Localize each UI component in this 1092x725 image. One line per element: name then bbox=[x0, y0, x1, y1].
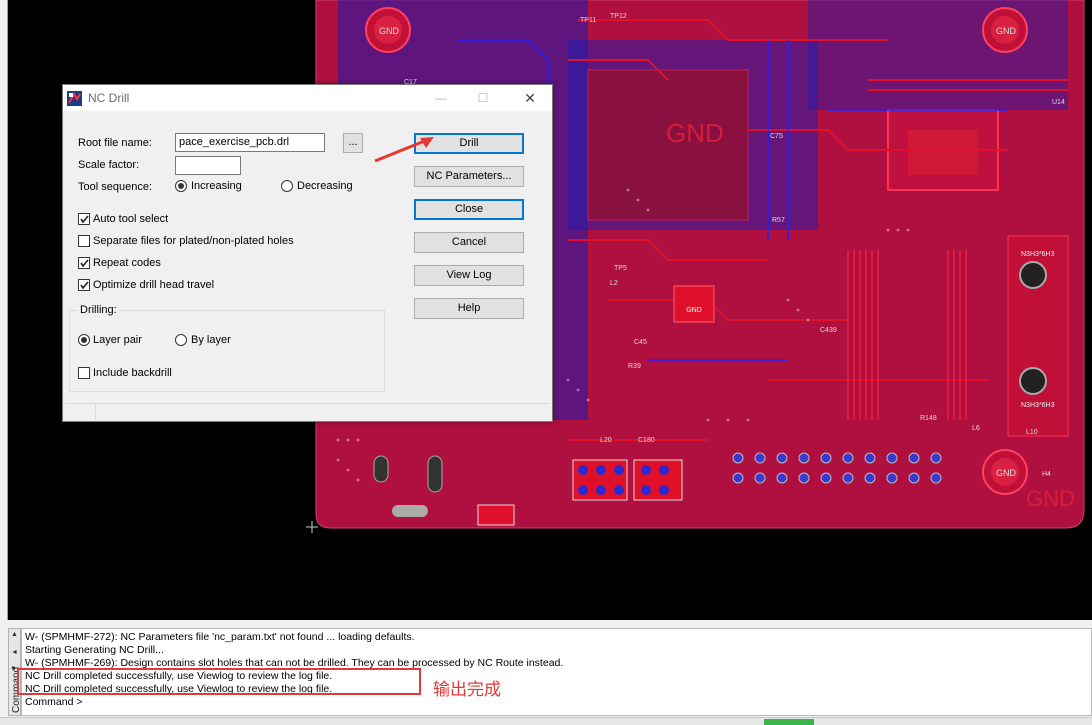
repeat-codes-label: Repeat codes bbox=[93, 257, 161, 269]
component-label: TP11 bbox=[580, 17, 596, 24]
maximize-button[interactable]: ☐ bbox=[468, 88, 498, 108]
increasing-label: Increasing bbox=[191, 180, 242, 192]
cancel-button[interactable]: Cancel bbox=[414, 232, 524, 253]
component-label: TP5 bbox=[614, 265, 627, 272]
slot-hole bbox=[427, 455, 443, 493]
annotation-note: 输出完成 bbox=[433, 680, 501, 700]
separate-files-checkbox[interactable] bbox=[78, 235, 90, 247]
connector-hole bbox=[1019, 367, 1047, 395]
component-label: R39 bbox=[628, 363, 641, 370]
gnd-label: GND bbox=[379, 26, 400, 36]
check-icon bbox=[80, 281, 89, 290]
layer-pair-label: Layer pair bbox=[93, 334, 142, 346]
scale-factor-input[interactable] bbox=[175, 156, 241, 175]
optimize-drill-travel-checkbox[interactable] bbox=[78, 279, 90, 291]
dialog-status-bar bbox=[65, 403, 550, 420]
repeat-codes-checkbox[interactable] bbox=[78, 257, 90, 269]
dialog-title: NC Drill bbox=[88, 91, 130, 105]
slot-hole bbox=[373, 455, 389, 483]
progress-indicator bbox=[764, 719, 814, 725]
by-layer-label: By layer bbox=[191, 334, 231, 346]
decreasing-radio[interactable] bbox=[281, 180, 293, 192]
connector-label: N3H3*6H3 bbox=[1021, 402, 1055, 409]
check-icon bbox=[80, 259, 89, 268]
drilling-group-label: Drilling: bbox=[78, 304, 119, 316]
gnd-label: GND bbox=[1026, 486, 1075, 511]
red-arrow-icon bbox=[374, 137, 434, 163]
component-label: R57 bbox=[772, 217, 785, 224]
gnd-label: GND bbox=[686, 307, 702, 314]
status-separator bbox=[95, 403, 96, 419]
gnd-label: GND bbox=[666, 118, 724, 148]
nc-parameters-button[interactable]: NC Parameters... bbox=[414, 166, 524, 187]
decreasing-label: Decreasing bbox=[297, 180, 353, 192]
component-label: H4 bbox=[1042, 471, 1051, 478]
component-label: L10 bbox=[1026, 429, 1038, 436]
scale-factor-label: Scale factor: bbox=[78, 159, 140, 171]
include-backdrill-label: Include backdrill bbox=[93, 367, 172, 379]
slot-hole bbox=[392, 505, 428, 517]
origin-cross-icon bbox=[306, 521, 318, 533]
help-button[interactable]: Help bbox=[414, 298, 524, 319]
app-icon bbox=[67, 91, 82, 106]
include-backdrill-checkbox[interactable] bbox=[78, 367, 90, 379]
close-button[interactable]: Close bbox=[414, 199, 524, 220]
browse-button[interactable]: ... bbox=[343, 133, 363, 153]
layer-pair-radio[interactable] bbox=[78, 334, 90, 346]
by-layer-radio[interactable] bbox=[175, 334, 187, 346]
highlight-box bbox=[17, 668, 421, 695]
component-label: L20 bbox=[600, 437, 612, 444]
component-label: C75 bbox=[770, 133, 783, 140]
root-file-label: Root file name: bbox=[78, 137, 152, 149]
left-edge-strip bbox=[0, 0, 8, 620]
check-icon bbox=[80, 215, 89, 224]
component-label: L6 bbox=[972, 425, 980, 432]
component-label: C180 bbox=[638, 437, 655, 444]
root-file-input[interactable]: pace_exercise_pcb.drl bbox=[175, 133, 325, 152]
dialog-titlebar[interactable]: NC Drill — ☐ ✕ bbox=[63, 85, 552, 111]
auto-tool-select-label: Auto tool select bbox=[93, 213, 169, 225]
gnd-label: GND bbox=[996, 468, 1017, 478]
component-label: TP12 bbox=[610, 13, 627, 20]
nc-drill-dialog: NC Drill — ☐ ✕ Root file name: pace_exer… bbox=[62, 84, 553, 422]
connector-label: N3H3*6H3 bbox=[1021, 251, 1055, 258]
increasing-radio[interactable] bbox=[175, 180, 187, 192]
bottom-status-bar bbox=[0, 717, 1092, 725]
minimize-button[interactable]: — bbox=[426, 88, 456, 108]
gnd-label: GND bbox=[996, 26, 1017, 36]
component-label: C45 bbox=[634, 339, 647, 346]
ic-pad bbox=[908, 130, 978, 175]
drilling-groupbox bbox=[69, 310, 385, 392]
component-label: U14 bbox=[1052, 99, 1065, 106]
command-line: W- (SPMHMF-272): NC Parameters file 'nc_… bbox=[25, 631, 415, 643]
connector-hole bbox=[1019, 261, 1047, 289]
blue-trace-region bbox=[808, 0, 1068, 110]
center-ic bbox=[673, 285, 715, 323]
view-log-button[interactable]: View Log bbox=[414, 265, 524, 286]
tool-sequence-label: Tool sequence: bbox=[78, 181, 152, 193]
component-label: C439 bbox=[820, 327, 837, 334]
optimize-drill-travel-label: Optimize drill head travel bbox=[93, 279, 215, 291]
scroll-up-icon[interactable]: ▲ bbox=[11, 631, 18, 638]
separate-files-label: Separate files for plated/non-plated hol… bbox=[93, 235, 294, 247]
component-label: L2 bbox=[610, 280, 618, 287]
close-window-button[interactable]: ✕ bbox=[515, 88, 545, 108]
command-prompt[interactable]: Command > bbox=[25, 696, 82, 708]
command-line: Starting Generating NC Drill... bbox=[25, 644, 164, 656]
component-label: R148 bbox=[920, 415, 937, 422]
auto-tool-select-checkbox[interactable] bbox=[78, 213, 90, 225]
scroll-left-icon[interactable]: ◄ bbox=[11, 649, 18, 656]
